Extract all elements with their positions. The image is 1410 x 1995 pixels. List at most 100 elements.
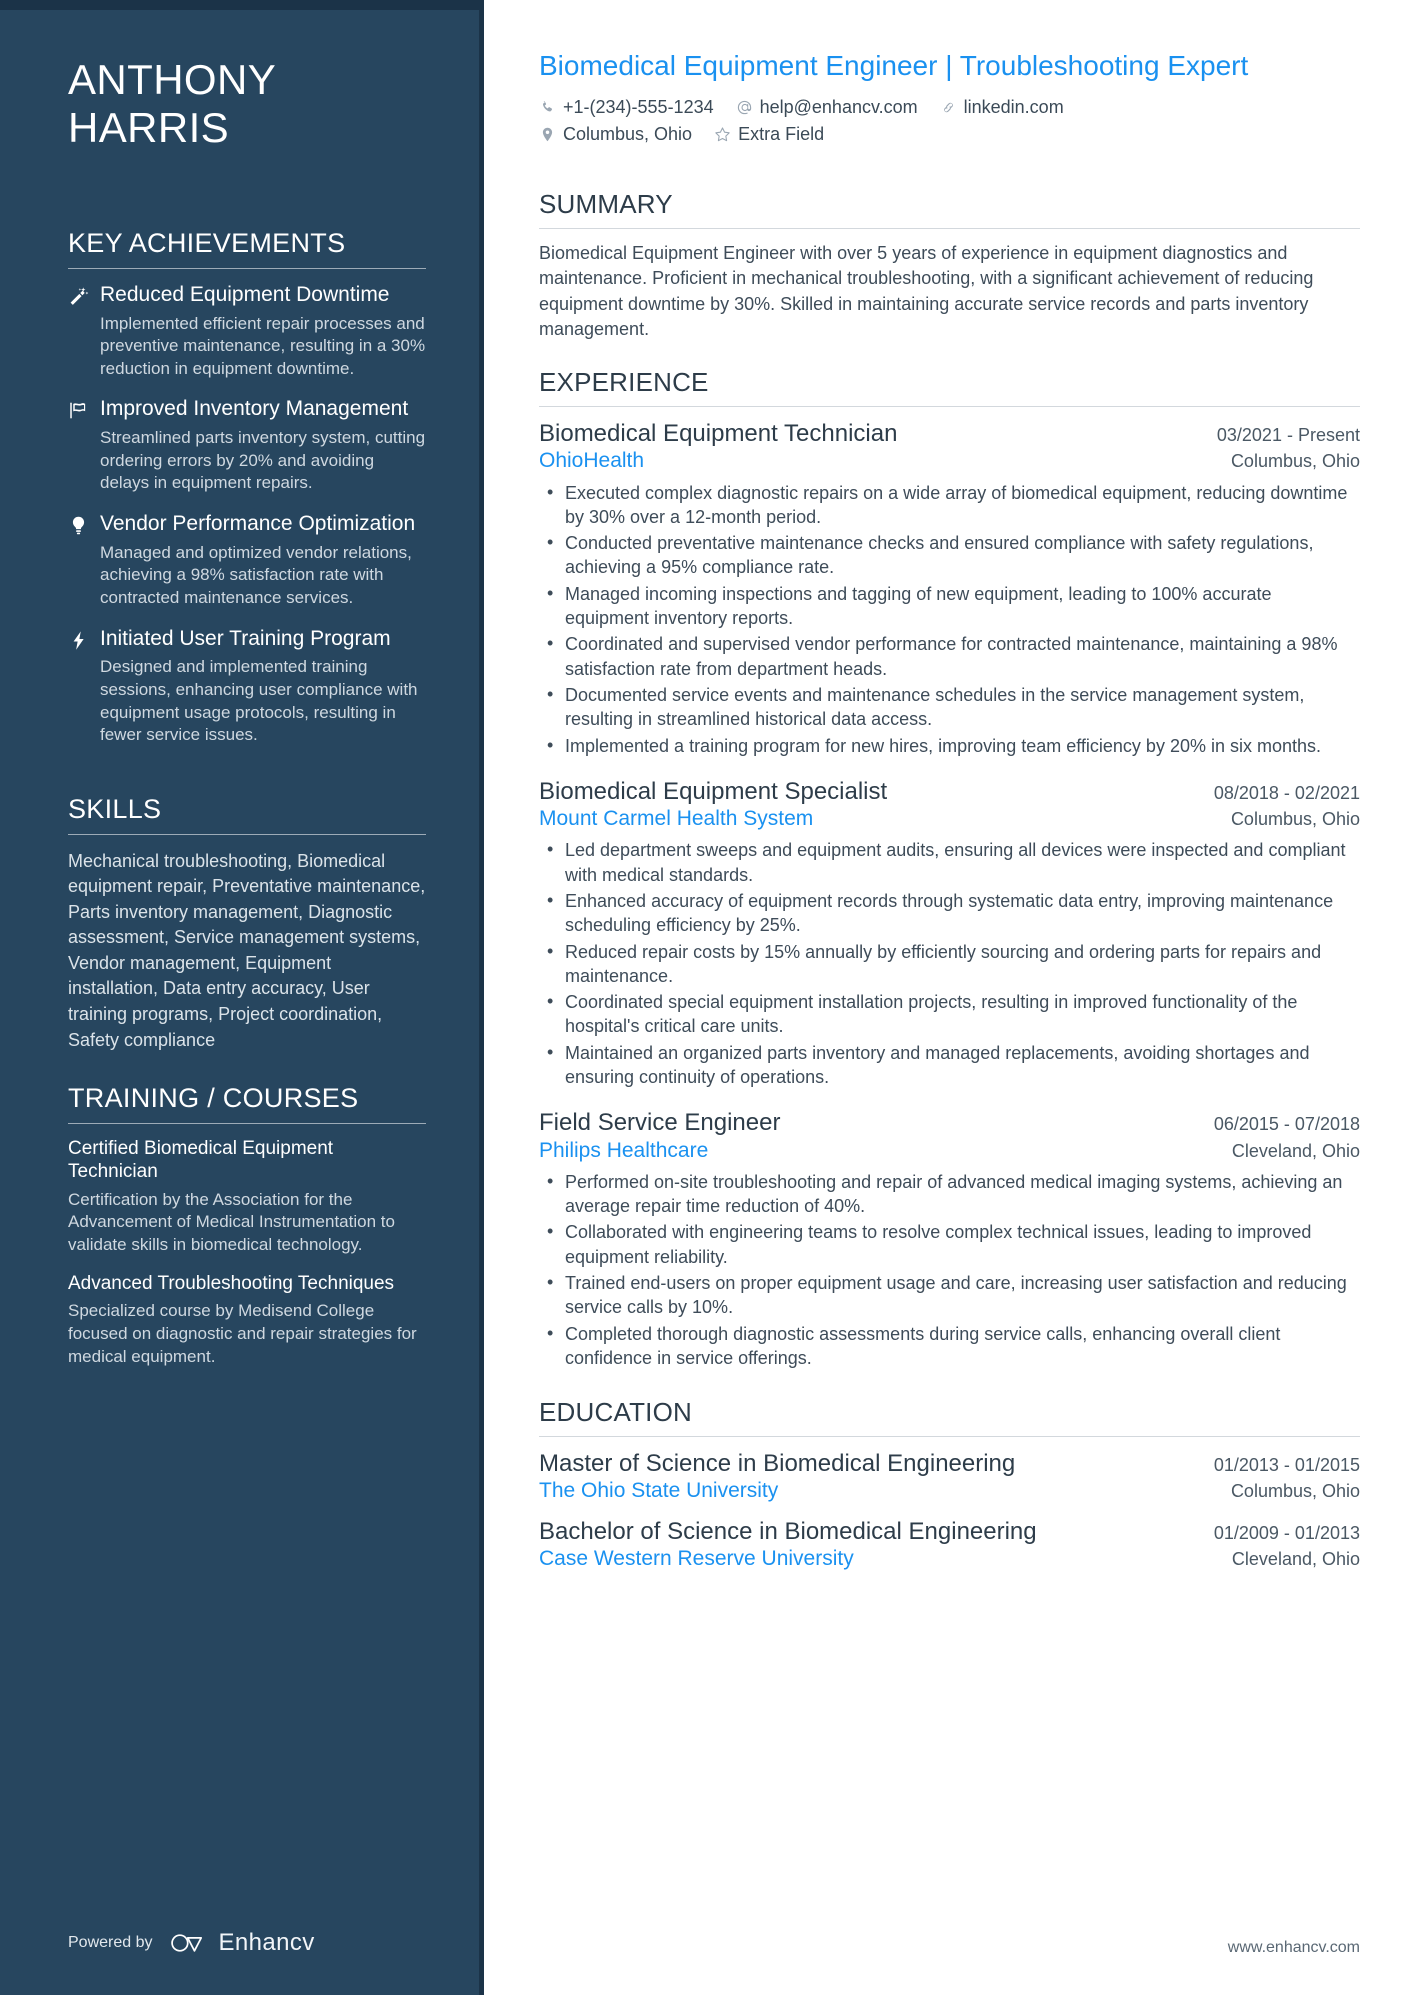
experience-header: Biomedical Equipment Technician 03/2021 …: [539, 419, 1360, 475]
star-icon: [715, 127, 730, 142]
enhancv-logo-icon: [169, 1932, 209, 1954]
education-school-row: Case Western Reserve University Clevelan…: [539, 1546, 1360, 1572]
job-bullet: Performed on-site troubleshooting and re…: [539, 1169, 1360, 1219]
flag-icon: [68, 397, 100, 495]
job-organization[interactable]: Mount Carmel Health System: [539, 806, 813, 832]
location-pin-icon: [542, 127, 553, 142]
school-name[interactable]: The Ohio State University: [539, 1478, 778, 1504]
enhancv-wordmark: Enhancv: [218, 1929, 315, 1956]
achievement-description: Designed and implemented training sessio…: [100, 657, 418, 745]
job-organization[interactable]: Philips Healthcare: [539, 1138, 708, 1164]
experience-org-row: OhioHealth Columbus, Ohio: [539, 448, 1360, 474]
experience-section: EXPERIENCE Biomedical Equipment Technici…: [539, 359, 1360, 1389]
achievement-body: Vendor Performance Optimization Managed …: [100, 512, 426, 610]
experience-title-row: Biomedical Equipment Technician 03/2021 …: [539, 419, 1360, 448]
course-title: Certified Biomedical Equipment Technicia…: [68, 1138, 334, 1182]
experience-title-row: Field Service Engineer 06/2015 - 07/2018: [539, 1108, 1360, 1137]
summary-text: Biomedical Equipment Engineer with over …: [539, 242, 1314, 340]
contact-phone[interactable]: +1-(234)-555-1234: [539, 97, 714, 118]
job-bullet: Completed thorough diagnostic assessment…: [539, 1321, 1360, 1371]
phone-icon: [542, 100, 553, 112]
achievement-item: Improved Inventory Management Streamline…: [68, 397, 426, 495]
course-description: Specialized course by Medisend College f…: [68, 1301, 417, 1366]
degree-title: Bachelor of Science in Biomedical Engine…: [539, 1517, 1037, 1545]
sidebar: ANTHONY HARRIS KEY ACHIEVEMENTS Reduced …: [0, 0, 484, 1995]
achievement-body: Improved Inventory Management Streamline…: [100, 397, 426, 495]
job-bullet: Enhanced accuracy of equipment records t…: [539, 888, 1360, 938]
experience-header: Biomedical Equipment Specialist 08/2018 …: [539, 777, 1360, 833]
link-icon: [943, 102, 953, 113]
first-name: ANTHONY: [68, 56, 277, 103]
school-location: Columbus, Ohio: [1230, 1481, 1360, 1502]
course-description: Certification by the Association for the…: [68, 1189, 395, 1254]
contact-extra-field-text: Extra Field: [738, 123, 825, 144]
education-degree-row: Bachelor of Science in Biomedical Engine…: [539, 1517, 1360, 1546]
job-title: Biomedical Equipment Technician: [539, 420, 898, 448]
last-name: HARRIS: [68, 103, 230, 151]
section-divider: [68, 267, 426, 269]
job-bullet: Documented service events and maintenanc…: [539, 682, 1360, 732]
course-item: Certified Biomedical Equipment Technicia…: [68, 1138, 426, 1256]
skills-list: Mechanical troubleshooting, Biomedical e…: [68, 850, 426, 1050]
contact-linkedin[interactable]: linkedin.com: [940, 97, 1064, 118]
school-location: Cleveland, Ohio: [1231, 1548, 1360, 1569]
contact-details: +1-(234)-555-1234 help@enhancv.com linke…: [539, 97, 1360, 151]
professional-headline: Biomedical Equipment Engineer | Troubles…: [539, 50, 1249, 81]
section-divider: [68, 1123, 426, 1125]
job-bullet: Trained end-users on proper equipment us…: [539, 1270, 1360, 1320]
achievement-description: Implemented efficient repair processes a…: [100, 313, 426, 378]
achievement-item: Vendor Performance Optimization Managed …: [68, 512, 426, 610]
job-bullet: Coordinated and supervised vendor perfor…: [539, 631, 1360, 681]
education-entry: Bachelor of Science in Biomedical Engine…: [539, 1517, 1360, 1573]
skills-heading: SKILLS: [68, 793, 162, 824]
job-bullet: Managed incoming inspections and tagging…: [539, 581, 1360, 631]
course-item: Advanced Troubleshooting Techniques Spec…: [68, 1273, 426, 1369]
footer-url[interactable]: www.enhancv.com: [539, 1919, 1360, 1995]
degree-dates: 01/2013 - 01/2015: [1213, 1455, 1360, 1476]
achievement-title: Reduced Equipment Downtime: [100, 282, 390, 306]
contact-email[interactable]: help@enhancv.com: [736, 97, 918, 118]
job-bullet: Conducted preventative maintenance check…: [539, 530, 1360, 580]
education-school-row: The Ohio State University Columbus, Ohio: [539, 1478, 1360, 1504]
contact-linkedin-text: linkedin.com: [963, 96, 1064, 117]
job-bullet: Led department sweeps and equipment audi…: [539, 837, 1360, 887]
job-organization[interactable]: OhioHealth: [539, 448, 644, 474]
job-bullet-list: Performed on-site troubleshooting and re…: [539, 1169, 1360, 1371]
achievement-body: Reduced Equipment Downtime Implemented e…: [100, 283, 426, 381]
job-title: Biomedical Equipment Specialist: [539, 777, 888, 805]
degree-title: Master of Science in Biomedical Engineer…: [539, 1450, 1016, 1478]
lightbulb-icon: [68, 512, 100, 610]
achievement-body: Initiated User Training Program Designed…: [100, 627, 426, 747]
section-divider: [539, 406, 1360, 408]
contact-location-text: Columbus, Ohio: [563, 123, 693, 144]
school-name[interactable]: Case Western Reserve University: [539, 1546, 854, 1572]
achievement-description: Managed and optimized vendor relations, …: [100, 542, 412, 607]
job-dates: 06/2015 - 07/2018: [1213, 1114, 1360, 1135]
course-title: Advanced Troubleshooting Techniques: [68, 1272, 395, 1294]
skills-section: SKILLS Mechanical troubleshooting, Biome…: [68, 768, 426, 1053]
job-bullet: Collaborated with engineering teams to r…: [539, 1219, 1360, 1269]
achievement-description: Streamlined parts inventory system, cutt…: [100, 428, 426, 493]
at-sign-icon: [737, 100, 751, 114]
education-degree-row: Master of Science in Biomedical Engineer…: [539, 1449, 1360, 1478]
experience-header: Field Service Engineer 06/2015 - 07/2018…: [539, 1108, 1360, 1164]
enhancv-brand: Enhancv: [169, 1929, 315, 1957]
contact-phone-text: +1-(234)-555-1234: [563, 96, 714, 117]
job-bullet: Reduced repair costs by 15% annually by …: [539, 939, 1360, 989]
experience-entry: Biomedical Equipment Technician 03/2021 …: [539, 419, 1360, 758]
section-divider: [68, 833, 426, 835]
sidebar-footer: Powered by Enhancv: [68, 1905, 426, 1995]
degree-dates: 01/2009 - 01/2013: [1213, 1522, 1360, 1543]
experience-entry: Field Service Engineer 06/2015 - 07/2018…: [539, 1108, 1360, 1370]
contact-email-text: help@enhancv.com: [759, 96, 918, 117]
job-bullet: Coordinated special equipment installati…: [539, 989, 1360, 1039]
experience-org-row: Philips Healthcare Cleveland, Ohio: [539, 1138, 1360, 1164]
main-content: Biomedical Equipment Engineer | Troubles…: [484, 0, 1410, 1995]
job-title: Field Service Engineer: [539, 1109, 781, 1137]
education-entry: Master of Science in Biomedical Engineer…: [539, 1449, 1360, 1505]
magic-wand-icon: [68, 283, 100, 381]
job-bullet-list: Executed complex diagnostic repairs on a…: [539, 480, 1360, 758]
summary-heading: SUMMARY: [539, 188, 673, 219]
training-courses-section: TRAINING / COURSES Certified Biomedical …: [68, 1057, 426, 1384]
achievement-item: Initiated User Training Program Designed…: [68, 627, 426, 747]
